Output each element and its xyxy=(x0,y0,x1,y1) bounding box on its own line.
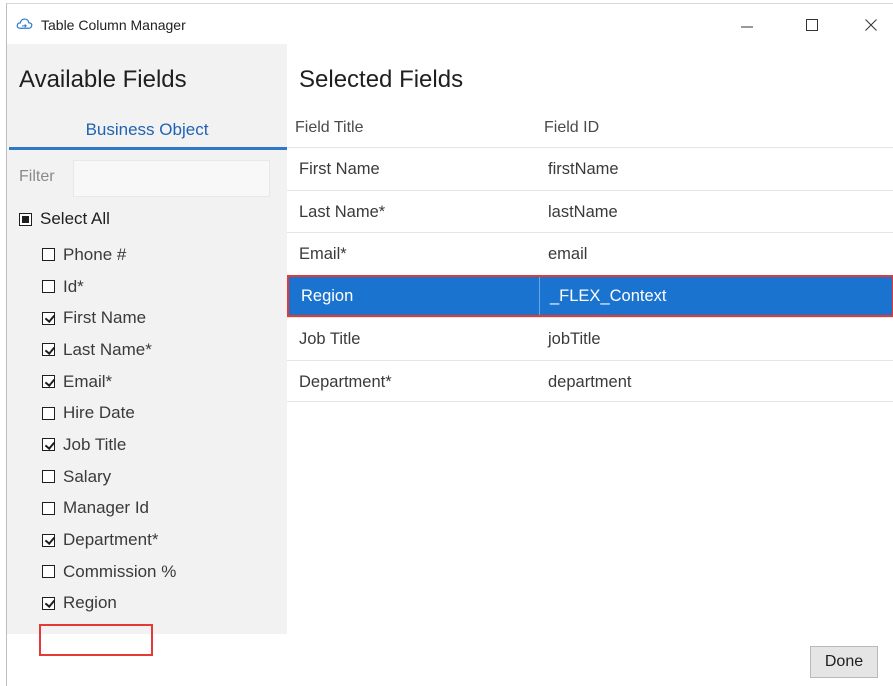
field-checkbox-item[interactable]: Department* xyxy=(42,524,176,556)
field-checkbox-item[interactable]: Job Title xyxy=(42,429,176,461)
field-label: Phone # xyxy=(63,244,127,264)
field-checkbox-item[interactable]: Region xyxy=(42,588,176,620)
filter-input[interactable] xyxy=(73,160,270,197)
table-column-manager-window: Table Column Manager Available Fields Bu… xyxy=(6,3,893,686)
column-header-field-title[interactable]: Field Title xyxy=(295,119,363,137)
table-row[interactable]: Email* email xyxy=(287,232,893,275)
window-title: Table Column Manager xyxy=(41,17,186,33)
table-row[interactable]: Department* department xyxy=(287,359,893,402)
field-title-cell: Region xyxy=(301,286,354,305)
select-all-label: Select All xyxy=(40,209,110,228)
tab-active-indicator xyxy=(9,147,287,150)
field-checkbox-item[interactable]: Manager Id xyxy=(42,493,176,525)
tab-business-object[interactable]: Business Object xyxy=(7,111,287,150)
checkbox[interactable] xyxy=(42,343,55,357)
tab-label: Business Object xyxy=(85,120,209,139)
select-all-checkbox[interactable]: Select All xyxy=(19,209,110,229)
field-checkbox-item[interactable]: Email* xyxy=(42,366,176,398)
field-label: Salary xyxy=(63,466,112,486)
field-id-cell: lastName xyxy=(548,202,618,221)
field-label: Last Name* xyxy=(63,339,152,359)
field-label: Region xyxy=(63,593,117,613)
minimize-button[interactable] xyxy=(727,11,767,39)
field-title-cell: Department* xyxy=(299,372,392,391)
selected-fields-grid: First Name firstName Last Name* lastName Ema… xyxy=(287,147,893,402)
field-title-cell: Last Name* xyxy=(299,202,386,221)
cloud-app-icon xyxy=(16,18,33,29)
field-label: Commission % xyxy=(63,561,177,581)
field-checkbox-item[interactable]: Salary xyxy=(42,461,176,493)
field-label: Hire Date xyxy=(63,403,135,423)
field-checkbox-item[interactable]: Commission % xyxy=(42,556,176,588)
field-label: Job Title xyxy=(63,434,127,454)
select-all-box[interactable] xyxy=(19,212,32,226)
table-row[interactable]: First Name firstName xyxy=(287,147,893,190)
selected-fields-heading: Selected Fields xyxy=(299,66,464,93)
checkbox[interactable] xyxy=(42,596,55,610)
field-checkbox-list: Phone # Id* First Name Last Name* Email* Hire… xyxy=(42,239,176,619)
field-checkbox-item[interactable]: First Name xyxy=(42,302,176,334)
selected-fields-panel: Selected Fields Field Title Field ID Fir… xyxy=(287,44,893,634)
field-id-cell: _FLEX_Context xyxy=(550,286,667,305)
checkbox[interactable] xyxy=(42,311,55,325)
field-checkbox-item[interactable]: Phone # xyxy=(42,239,176,271)
field-label: Department* xyxy=(63,530,159,550)
field-id-cell: jobTitle xyxy=(548,330,601,348)
close-icon xyxy=(865,19,877,31)
field-id-cell: department xyxy=(548,372,632,391)
column-separator xyxy=(539,276,540,315)
field-title-cell: First Name xyxy=(299,160,380,178)
field-checkbox-item[interactable]: Hire Date xyxy=(42,397,176,429)
checkbox[interactable] xyxy=(42,470,55,484)
column-header-field-id[interactable]: Field ID xyxy=(544,119,599,137)
field-checkbox-item[interactable]: Last Name* xyxy=(42,334,176,366)
available-fields-panel: Available Fields Business Object Filter … xyxy=(7,44,287,656)
checkbox[interactable] xyxy=(42,280,55,294)
maximize-icon xyxy=(806,19,818,31)
checkbox[interactable] xyxy=(42,406,55,420)
field-label: Email* xyxy=(63,371,113,391)
field-title-cell: Job Title xyxy=(299,330,361,348)
field-label: Id* xyxy=(63,276,84,296)
available-fields-heading: Available Fields xyxy=(19,66,187,93)
table-row[interactable]: Region _FLEX_Context xyxy=(287,274,893,317)
grid-header: Field Title Field ID xyxy=(287,107,893,147)
table-row[interactable]: Last Name* lastName xyxy=(287,189,893,233)
field-id-cell: firstName xyxy=(548,160,619,178)
region-highlight-annotation xyxy=(39,624,153,656)
checkbox[interactable] xyxy=(42,438,55,452)
checkbox[interactable] xyxy=(42,533,55,547)
title-bar[interactable]: Table Column Manager xyxy=(7,4,893,44)
field-label: Manager Id xyxy=(63,498,149,518)
filter-label: Filter xyxy=(19,168,55,185)
close-button[interactable] xyxy=(851,11,891,39)
done-button[interactable]: Done xyxy=(810,646,878,678)
field-title-cell: Email* xyxy=(299,245,347,263)
minimize-icon xyxy=(741,26,753,28)
checkbox[interactable] xyxy=(42,375,55,389)
checkbox[interactable] xyxy=(42,501,55,515)
field-checkbox-item[interactable]: Id* xyxy=(42,271,176,303)
checkbox[interactable] xyxy=(42,248,55,262)
field-id-cell: email xyxy=(548,245,588,263)
field-label: First Name xyxy=(63,308,147,328)
maximize-button[interactable] xyxy=(792,11,832,39)
checkbox[interactable] xyxy=(42,565,55,579)
table-row[interactable]: Job Title jobTitle xyxy=(287,317,893,360)
